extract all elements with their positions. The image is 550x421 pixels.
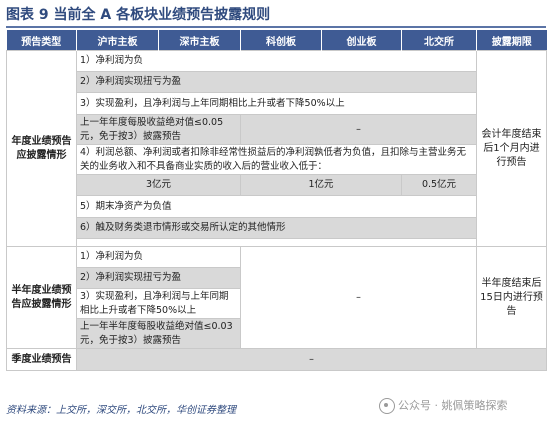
half-deadline: 半年度结束后15日内进行预告 [476, 246, 547, 349]
watermark-text: 公众号 · 姚佩策略探索 [398, 399, 508, 412]
table-row: 4）利润总额、净利润或者扣除非经常性损益后的净利润孰低者为负值，且扣除与主营业务… [7, 144, 547, 175]
half-type: 半年度业绩预告应披露情形 [6, 246, 77, 349]
half-condition-2: 2）净利润实现扭亏为盈 [76, 267, 241, 289]
annual-condition-4-bse: 0.5亿元 [401, 174, 477, 196]
table-row: 2）净利润实现扭亏为盈 [7, 71, 547, 93]
annual-condition-2: 2）净利润实现扭亏为盈 [76, 71, 477, 93]
wechat-icon [379, 398, 395, 414]
annual-condition-3: 3）实现盈利，且净利润与上年同期相比上升或者下降50%以上 [76, 92, 477, 115]
table-row: 3亿元 1亿元 0.5亿元 [7, 174, 547, 196]
annual-type: 年度业绩预告应披露情形 [6, 50, 77, 247]
quarterly-dash: – [76, 348, 547, 371]
annual-deadline: 会计年度结束后1个月内进行预告 [476, 50, 547, 247]
annual-condition-4-sh-sz: 3亿元 [76, 174, 241, 196]
header-deadline: 披露期限 [476, 30, 547, 51]
table-row: 上一年年度每股收益绝对值≤0.05元，免于按3）披露预告 – [7, 114, 547, 145]
table-row: 3）实现盈利，且净利润与上年同期相比上升或者下降50%以上 [7, 92, 547, 115]
header-star: 科创板 [240, 30, 322, 51]
half-dash: – [240, 246, 477, 349]
table-row: 6）触及财务类退市情形或交易所认定的其他情形 [7, 217, 547, 239]
figure-title: 图表 9 当前全 A 各板块业绩预告披露规则 [6, 7, 271, 23]
header-chinext: 创业板 [321, 30, 402, 51]
disclosure-rules-table: 预告类型 沪市主板 深市主板 科创板 创业板 北交所 披露期限 年度业绩预告应披… [6, 30, 547, 371]
header-sz-main: 深市主板 [158, 30, 241, 51]
source-note: 资料来源：上交所，深交所，北交所，华创证券整理 [6, 405, 236, 416]
annual-spacer [76, 238, 477, 247]
half-condition-3: 3）实现盈利，且净利润与上年同期相比上升或者下降50%以上 [76, 288, 241, 319]
table-row [7, 238, 547, 247]
annual-condition-1: 1）净利润为负 [76, 50, 477, 72]
header-row: 预告类型 沪市主板 深市主板 科创板 创业板 北交所 披露期限 [6, 30, 547, 51]
table-row: 年度业绩预告应披露情形 1）净利润为负 会计年度结束后1个月内进行预告 [6, 50, 547, 247]
quarterly-type: 季度业绩预告 [6, 348, 77, 371]
table-row: 5）期末净资产为负值 [7, 195, 547, 218]
annual-condition-3-dash: – [240, 114, 477, 145]
header-bse: 北交所 [401, 30, 477, 51]
header-type: 预告类型 [6, 30, 77, 51]
half-condition-1: 1）净利润为负 [76, 246, 241, 268]
table-row: 半年度业绩预告应披露情形 1）净利润为负 – 半年度结束后15日内进行预告 [6, 246, 547, 349]
title-rule [6, 26, 546, 28]
annual-condition-4-star-chinext: 1亿元 [240, 174, 402, 196]
half-condition-3-exemption: 上一年半年度每股收益绝对值≤0.03元，免于按3）披露预告 [76, 318, 241, 349]
annual-condition-5: 5）期末净资产为负值 [76, 195, 477, 218]
table-row: 季度业绩预告 – [6, 348, 547, 371]
annual-condition-6: 6）触及财务类退市情形或交易所认定的其他情形 [76, 217, 477, 239]
header-sh-main: 沪市主板 [76, 30, 159, 51]
annual-condition-3-exemption: 上一年年度每股收益绝对值≤0.05元，免于按3）披露预告 [76, 114, 241, 145]
annual-condition-4: 4）利润总额、净利润或者扣除非经常性损益后的净利润孰低者为负值，且扣除与主营业务… [76, 144, 477, 175]
watermark: 公众号 · 姚佩策略探索 [379, 397, 508, 414]
